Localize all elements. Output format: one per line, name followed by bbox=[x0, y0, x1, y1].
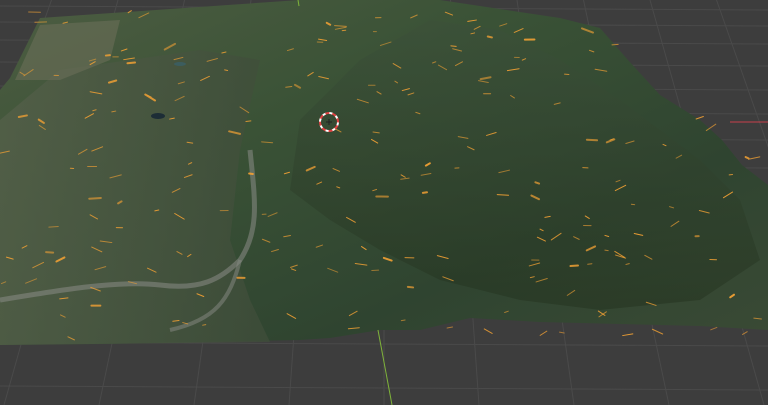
stream-highlight bbox=[202, 324, 207, 326]
stream-highlight bbox=[496, 194, 510, 196]
stream-highlight bbox=[534, 181, 541, 185]
terrain-mesh[interactable] bbox=[0, 0, 768, 345]
stream-highlight bbox=[604, 249, 609, 252]
stream-highlight bbox=[622, 333, 634, 337]
stream-highlight bbox=[245, 120, 252, 123]
stream-highlight bbox=[88, 197, 102, 200]
lake bbox=[174, 62, 186, 66]
stream-highlight bbox=[48, 225, 59, 228]
stream-highlight bbox=[539, 330, 548, 336]
stream-highlight bbox=[695, 115, 704, 120]
stream-highlight bbox=[421, 191, 428, 194]
stream-highlight bbox=[406, 285, 415, 289]
stream-highlight bbox=[747, 156, 761, 160]
valley-plain bbox=[0, 50, 270, 345]
stream-highlight bbox=[172, 320, 180, 322]
stream-highlight bbox=[569, 264, 579, 268]
y-axis-line bbox=[377, 329, 393, 405]
stream-highlight bbox=[446, 326, 454, 329]
lake bbox=[151, 113, 165, 119]
stream-highlight bbox=[483, 328, 493, 334]
stream-highlight bbox=[710, 326, 718, 331]
stream-highlight bbox=[486, 35, 493, 39]
stream-highlight bbox=[587, 263, 593, 265]
stream-highlight bbox=[224, 69, 229, 72]
stream-highlight bbox=[744, 156, 750, 160]
stream-highlight bbox=[126, 61, 137, 65]
stream-highlight bbox=[400, 319, 406, 322]
stream-highlight bbox=[585, 138, 599, 142]
3d-viewport[interactable] bbox=[0, 0, 768, 405]
